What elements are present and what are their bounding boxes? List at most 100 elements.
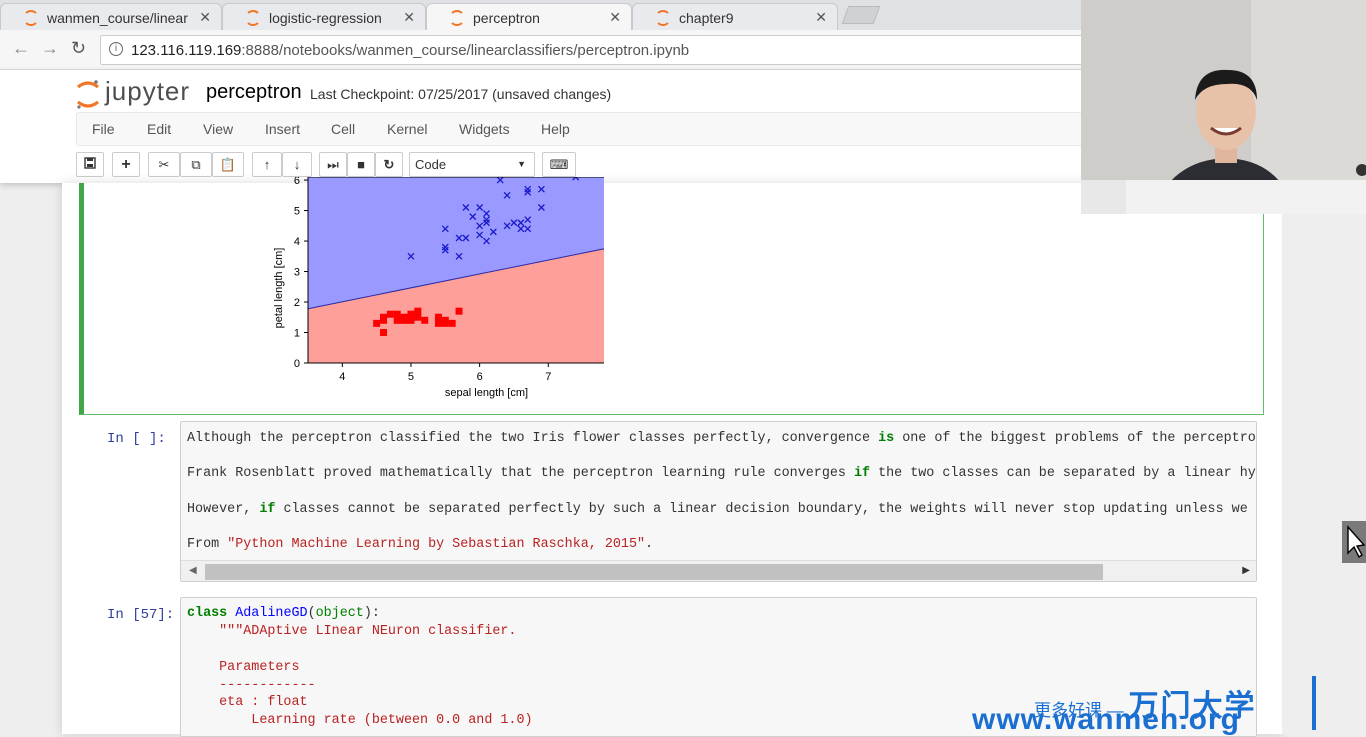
menu-help[interactable]: Help: [541, 121, 570, 137]
tab-label: wanmen_course/linear: [47, 10, 188, 26]
browser-tab-logistic-regression[interactable]: logistic-regression ✕: [222, 3, 426, 30]
paste-icon: 📋: [219, 157, 237, 172]
notebook-name[interactable]: perceptron: [206, 81, 302, 104]
data-point-square: [421, 316, 429, 324]
caret-down-icon: ▼: [517, 159, 526, 169]
scroll-right-icon[interactable]: ▶: [1242, 565, 1250, 576]
x-tick-label: 7: [545, 371, 551, 383]
paste-button[interactable]: 📋: [212, 152, 244, 177]
interrupt-button[interactable]: ■: [347, 152, 375, 177]
page-scrollbar-thumb[interactable]: [1342, 521, 1366, 563]
browser-tab-perceptron[interactable]: perceptron ✕: [426, 3, 632, 31]
move-up-button[interactable]: ↑: [252, 152, 282, 177]
code-line-6: eta : float: [187, 695, 308, 710]
arrow-down-icon: ↓: [293, 157, 301, 172]
jupyter-favicon-icon: [23, 10, 39, 26]
address-bar[interactable]: i 123.116.119.169:8888/notebooks/wanmen_…: [100, 35, 1100, 65]
cut-button[interactable]: ✂: [148, 152, 180, 177]
data-point-square: [434, 319, 442, 327]
y-axis-label: petal length [cm]: [273, 248, 285, 329]
data-point-square: [414, 313, 422, 321]
scrollbar-thumb[interactable]: [205, 564, 1103, 580]
scroll-left-icon[interactable]: ◀: [189, 565, 197, 576]
x-tick-label: 5: [408, 371, 414, 383]
data-point-square: [455, 307, 463, 315]
browser-tab-linear[interactable]: wanmen_course/linear ✕: [0, 3, 222, 30]
close-tab-icon[interactable]: ✕: [609, 9, 621, 26]
restart-button[interactable]: ↻: [375, 152, 403, 177]
y-tick-label: 2: [294, 297, 300, 309]
jupyter-favicon-icon: [449, 10, 465, 26]
y-tick-label: 1: [294, 328, 300, 340]
plus-icon: +: [121, 156, 131, 173]
close-tab-icon[interactable]: ✕: [403, 9, 415, 26]
code-line-4: Parameters: [187, 660, 300, 675]
menu-file[interactable]: File: [92, 121, 115, 137]
watermark-url: www.wanmen.org: [972, 703, 1240, 736]
data-point-square: [386, 310, 394, 318]
menubar: File Edit View Insert Cell Kernel Widget…: [76, 112, 1086, 146]
data-point-square: [380, 313, 388, 321]
checkpoint-status: Last Checkpoint: 07/25/2017 (unsaved cha…: [310, 86, 612, 102]
menu-cell[interactable]: Cell: [331, 121, 355, 137]
insert-cell-button[interactable]: +: [112, 152, 140, 177]
markdown-line-4: From "Python Machine Learning by Sebasti…: [187, 537, 654, 552]
menu-edit[interactable]: Edit: [147, 121, 171, 137]
data-point-square: [380, 329, 388, 337]
command-palette-button[interactable]: ⌨: [542, 152, 576, 177]
url-path: :8888/notebooks/wanmen_course/linearclas…: [241, 42, 690, 59]
mouse-cursor-icon: [1347, 525, 1366, 559]
refresh-icon: ↻: [383, 157, 395, 172]
y-tick-label: 6: [294, 177, 300, 187]
url-host: 123.116.119.169: [131, 42, 242, 59]
code-line-7: Learning rate (between 0.0 and 1.0): [187, 713, 533, 728]
y-tick-label: 3: [294, 267, 300, 279]
data-point-square: [448, 319, 456, 327]
cell-type-select[interactable]: Code ▼: [409, 152, 535, 177]
browser-tab-chapter9[interactable]: chapter9 ✕: [632, 3, 838, 30]
jupyter-logo-icon: [77, 80, 99, 109]
x-tick-label: 6: [477, 371, 483, 383]
code-line-5: ------------: [187, 678, 316, 693]
jupyter-favicon-icon: [245, 10, 261, 26]
data-point-square: [393, 310, 401, 318]
jupyter-logo-text[interactable]: jupyter: [105, 76, 190, 107]
cell-type-value: Code: [415, 157, 447, 172]
move-down-button[interactable]: ↓: [282, 152, 312, 177]
keyboard-icon: ⌨: [549, 157, 569, 172]
info-icon[interactable]: i: [109, 42, 123, 56]
code-line-2: """ADAptive LInear NEuron classifier.: [187, 624, 517, 639]
reload-icon[interactable]: ↻: [71, 38, 86, 59]
save-button[interactable]: [76, 152, 104, 177]
menu-insert[interactable]: Insert: [265, 121, 300, 137]
close-tab-icon[interactable]: ✕: [815, 9, 827, 26]
data-point-square: [414, 307, 422, 315]
y-tick-label: 0: [294, 358, 300, 370]
notebook-container: 456780123456sepal length [cm]petal lengt…: [62, 177, 1282, 737]
horizontal-scrollbar[interactable]: ◀ ▶: [181, 560, 1256, 581]
scissors-icon: ✂: [158, 157, 170, 172]
page-scroll-track: [1282, 183, 1342, 734]
run-button[interactable]: ⏭: [319, 152, 347, 177]
forward-arrow-icon[interactable]: →: [41, 38, 59, 59]
data-point-square: [441, 316, 449, 324]
markdown-cell[interactable]: Although the perceptron classified the t…: [180, 421, 1257, 582]
y-tick-label: 5: [294, 206, 300, 218]
menu-widgets[interactable]: Widgets: [459, 121, 510, 137]
data-point-square: [373, 319, 381, 327]
new-tab-button[interactable]: [841, 6, 881, 24]
tab-label: logistic-regression: [269, 10, 382, 26]
data-point-square: [434, 313, 442, 321]
data-point-square: [400, 316, 408, 324]
back-arrow-icon[interactable]: ←: [12, 38, 30, 59]
selected-output-cell[interactable]: 456780123456sepal length [cm]petal lengt…: [79, 177, 1264, 415]
webcam-overlay: [1081, 0, 1366, 214]
menu-kernel[interactable]: Kernel: [387, 121, 427, 137]
arrow-up-icon: ↑: [263, 157, 271, 172]
y-tick-label: 4: [294, 236, 300, 248]
close-tab-icon[interactable]: ✕: [199, 9, 211, 26]
stop-icon: ■: [357, 157, 365, 172]
jupyter-favicon-icon: [655, 10, 671, 26]
menu-view[interactable]: View: [203, 121, 233, 137]
copy-button[interactable]: ⧉: [180, 152, 212, 177]
